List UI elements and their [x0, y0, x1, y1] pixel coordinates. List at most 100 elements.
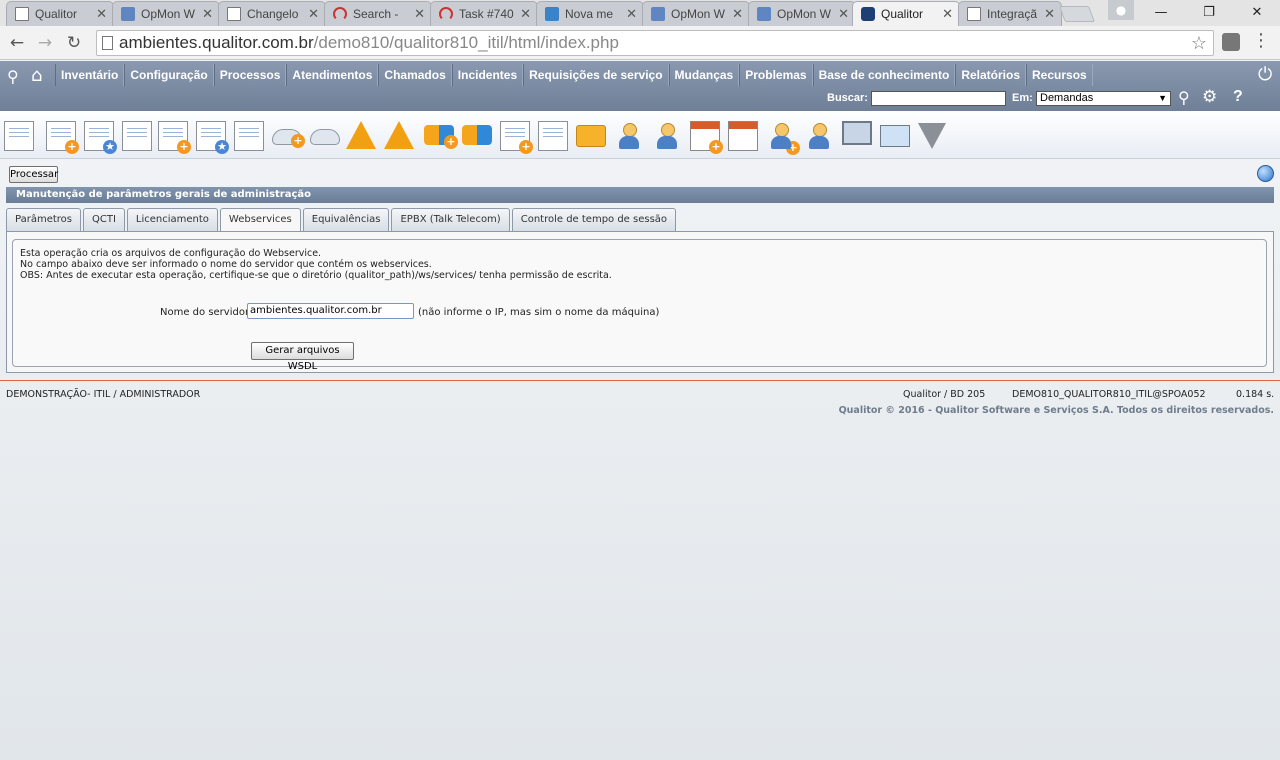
footer-divider [0, 380, 1280, 381]
new-problem-icon[interactable] [346, 121, 376, 149]
tab-parametros[interactable]: Parâmetros [6, 208, 81, 231]
close-icon[interactable]: ✕ [308, 6, 319, 22]
tab-panel: Esta operação cria os arquivos de config… [6, 231, 1274, 373]
url-input[interactable]: ambientes.qualitor.com.br/demo810/qualit… [96, 30, 1214, 56]
close-icon[interactable]: ✕ [838, 6, 849, 22]
search-input[interactable] [871, 91, 1006, 106]
menu-item-configuracao[interactable]: Configuração [124, 64, 214, 86]
search-scope-select[interactable]: Demandas ▼ [1036, 91, 1171, 106]
qualitor-icon [861, 7, 875, 21]
new-request-icon[interactable]: + [272, 129, 305, 148]
browser-tab[interactable]: Task #740 ✕ [430, 1, 538, 26]
tab-equivalencias[interactable]: Equivalências [302, 208, 390, 231]
opmon-icon [651, 7, 665, 21]
close-icon[interactable]: ✕ [202, 6, 213, 22]
menu-item-incidentes[interactable]: Incidentes [451, 64, 524, 86]
browser-menu-icon[interactable]: ⋮ [1252, 30, 1270, 51]
service-documents-icon[interactable] [4, 121, 34, 151]
new-incident-icon[interactable]: + [158, 121, 191, 154]
browser-tab[interactable]: Integraçã ✕ [958, 1, 1062, 26]
menu-item-inventario[interactable]: Inventário [55, 64, 125, 86]
main-menu: Inventário Configuração Processos Atendi… [55, 64, 1093, 86]
menu-item-relatorios[interactable]: Relatórios [955, 64, 1026, 86]
close-icon[interactable]: ✕ [732, 6, 743, 22]
contacts-list-icon[interactable] [652, 121, 682, 151]
close-icon[interactable]: ✕ [1044, 6, 1055, 22]
group-list-icon[interactable] [804, 121, 834, 151]
new-document-icon[interactable]: + [500, 121, 533, 154]
generate-wsdl-button[interactable]: Gerar arquivos WSDL [251, 342, 354, 372]
tab-session-timeout[interactable]: Controle de tempo de sessão [511, 208, 677, 231]
browser-tab[interactable]: OpMon W ✕ [642, 1, 750, 26]
close-icon[interactable]: ✕ [414, 6, 425, 22]
tab-epbx[interactable]: EPBX (Talk Telecom) [391, 208, 510, 231]
new-tab-button[interactable] [1059, 6, 1095, 22]
browser-tab[interactable]: Changelo ✕ [218, 1, 326, 26]
info-text: Esta operação cria os arquivos de config… [20, 248, 322, 259]
server-name-input[interactable]: ambientes.qualitor.com.br [247, 303, 414, 319]
extension-icon[interactable] [1222, 33, 1240, 51]
close-icon[interactable]: ✕ [520, 6, 531, 22]
browser-tab-active[interactable]: Qualitor ✕ [852, 1, 960, 26]
tab-webservices[interactable]: Webservices [219, 208, 301, 232]
tab-licenciamento[interactable]: Licenciamento [126, 208, 218, 231]
new-ticket-icon[interactable]: + [46, 121, 79, 154]
menu-item-processos[interactable]: Processos [213, 64, 287, 86]
request-list-icon[interactable] [310, 129, 340, 145]
favorite-ticket-icon[interactable]: ★ [84, 121, 117, 154]
incident-list-icon[interactable] [234, 121, 264, 151]
browser-tab[interactable]: Qualitor ✕ [6, 1, 114, 26]
contact-icon[interactable] [614, 121, 644, 151]
menu-item-mudancas[interactable]: Mudanças [668, 64, 740, 86]
close-icon[interactable]: ✕ [626, 6, 637, 22]
bookmark-star-icon[interactable]: ☆ [1191, 31, 1207, 55]
gear-icon[interactable]: ⚙ [1202, 87, 1217, 107]
menu-item-problemas[interactable]: Problemas [739, 64, 813, 86]
tab-qcti[interactable]: QCTI [82, 208, 125, 231]
dashboard-chart-icon[interactable] [880, 125, 910, 147]
redmine-icon [439, 7, 453, 21]
document-icon [15, 7, 29, 21]
minimize-icon[interactable]: — [1140, 0, 1182, 24]
search-icon[interactable]: ⚲ [7, 67, 19, 86]
reload-icon[interactable]: ↻ [63, 32, 85, 54]
page-icon [102, 36, 113, 50]
window-close-icon[interactable]: ✕ [1236, 0, 1278, 24]
opmon-icon [757, 7, 771, 21]
menu-item-recursos[interactable]: Recursos [1026, 64, 1093, 86]
browser-tab[interactable]: Search - ✕ [324, 1, 432, 26]
new-group-icon[interactable]: + [766, 121, 800, 155]
open-folder-icon[interactable] [576, 125, 606, 147]
close-icon[interactable]: ✕ [96, 6, 107, 22]
process-button[interactable]: Processar [9, 166, 58, 183]
globe-icon[interactable] [1257, 165, 1274, 182]
browser-tab[interactable]: Nova me ✕ [536, 1, 644, 26]
restore-icon[interactable]: ❐ [1188, 0, 1230, 24]
search-submit-icon[interactable]: ⚲ [1178, 88, 1190, 107]
logout-power-icon[interactable]: ⏻ [1258, 64, 1272, 85]
favorite-incident-icon[interactable]: ★ [196, 121, 229, 154]
monitor-panel-icon[interactable] [842, 121, 872, 145]
filter-funnel-icon[interactable] [918, 123, 946, 149]
forward-icon[interactable]: → [34, 32, 56, 54]
user-profile-icon[interactable]: ● [1108, 0, 1134, 20]
menu-item-atendimentos[interactable]: Atendimentos [286, 64, 379, 86]
menu-item-chamados[interactable]: Chamados [378, 64, 452, 86]
ticket-list-icon[interactable] [122, 121, 152, 151]
browser-tab-label: Changelo [247, 7, 299, 21]
new-calendar-icon[interactable]: + [690, 121, 723, 154]
change-list-icon[interactable] [462, 125, 492, 145]
home-icon[interactable]: ⌂ [31, 65, 42, 86]
document-list-icon[interactable] [538, 121, 568, 151]
problem-list-icon[interactable] [384, 121, 414, 149]
browser-tab[interactable]: OpMon W ✕ [748, 1, 856, 26]
new-change-icon[interactable]: + [424, 125, 458, 149]
close-icon[interactable]: ✕ [942, 6, 953, 22]
browser-tab-label: Integraçã [987, 7, 1038, 21]
browser-tab[interactable]: OpMon W ✕ [112, 1, 220, 26]
back-icon[interactable]: ← [6, 32, 28, 54]
calendar-icon[interactable] [728, 121, 758, 151]
help-icon[interactable]: ? [1233, 88, 1243, 106]
menu-item-base-conhecimento[interactable]: Base de conhecimento [812, 64, 956, 86]
menu-item-requisicoes[interactable]: Requisições de serviço [523, 64, 669, 86]
